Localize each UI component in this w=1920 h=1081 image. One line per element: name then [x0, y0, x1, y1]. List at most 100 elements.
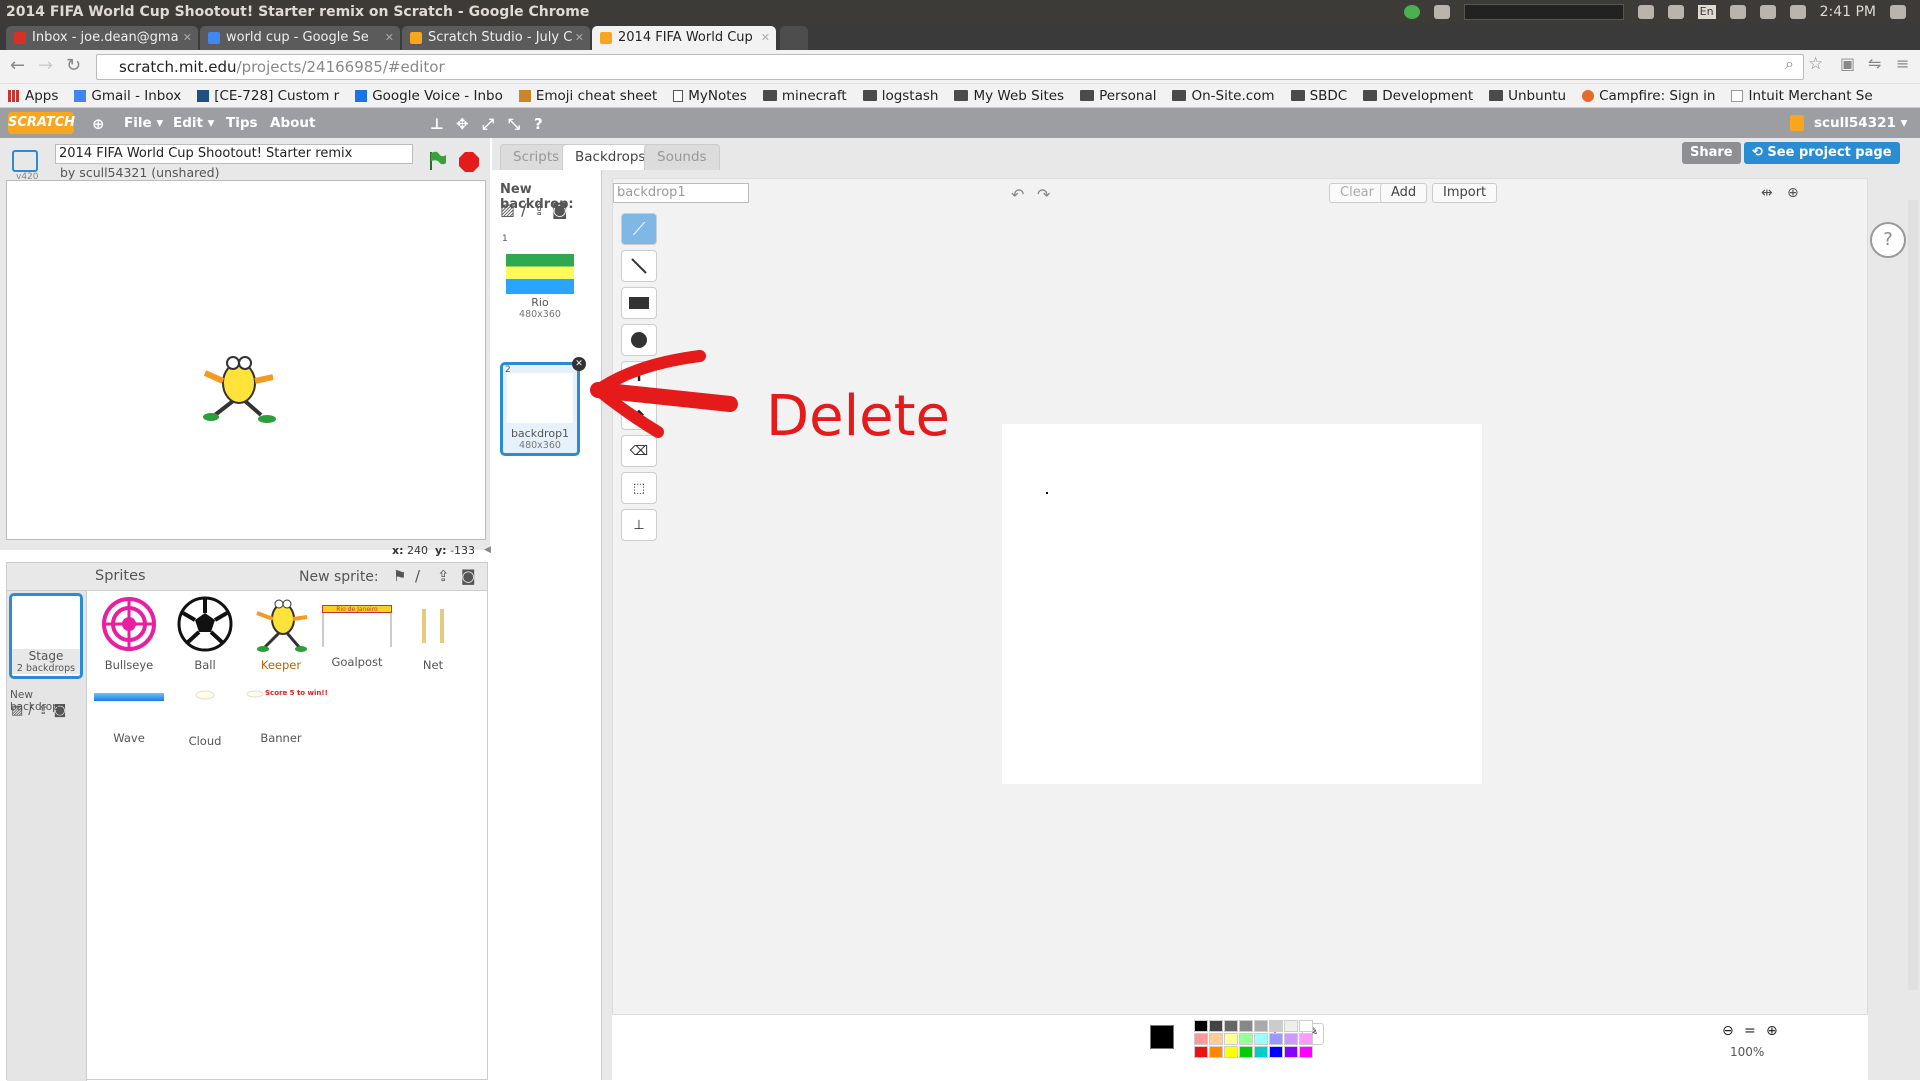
- bookmark-emoji[interactable]: Emoji cheat sheet: [518, 88, 657, 104]
- paint-canvas[interactable]: [1002, 424, 1482, 784]
- close-icon[interactable]: ✕: [385, 26, 394, 50]
- line-tool[interactable]: [621, 250, 657, 282]
- brush-tool[interactable]: ⟋: [621, 213, 657, 245]
- tab-gmail[interactable]: Inbox - joe.dean@gma ✕: [6, 26, 198, 50]
- stamp-tool[interactable]: ⊥: [621, 509, 657, 541]
- palette-swatch[interactable]: [1224, 1033, 1238, 1045]
- palette-swatch[interactable]: [1284, 1033, 1298, 1045]
- palette-swatch[interactable]: [1269, 1020, 1283, 1032]
- select-tool[interactable]: ⬚: [621, 472, 657, 504]
- sprite-goalpost[interactable]: Rio de Janeiro Goalpost: [321, 595, 393, 669]
- camera-icon[interactable]: ◙: [552, 200, 574, 219]
- scratch-logo[interactable]: SCRATCH: [8, 112, 75, 134]
- upload-backdrop-icon[interactable]: ⇪: [533, 200, 552, 219]
- flip-horizontal-icon[interactable]: ⇹: [1761, 185, 1773, 201]
- stop-icon[interactable]: [458, 151, 480, 173]
- clock[interactable]: 2:41 PM: [1820, 0, 1876, 24]
- tab-fifa-project[interactable]: 2014 FIFA World Cup ✕: [592, 26, 776, 50]
- mystuff-icon[interactable]: [1790, 115, 1804, 131]
- user-menu[interactable]: scull54321 ▾: [1814, 115, 1907, 131]
- palette-swatch[interactable]: [1284, 1020, 1298, 1032]
- bluetooth-icon[interactable]: [1729, 5, 1746, 19]
- back-icon[interactable]: ←: [10, 55, 25, 76]
- green-flag-icon[interactable]: [426, 150, 448, 172]
- paint-backdrop-icon[interactable]: /: [521, 200, 532, 219]
- rectangle-tool[interactable]: [621, 287, 657, 319]
- keeper-sprite[interactable]: [197, 351, 281, 425]
- palette-swatch[interactable]: [1209, 1033, 1223, 1045]
- stage-thumbnail[interactable]: Stage 2 backdrops: [9, 593, 83, 679]
- palette-swatch[interactable]: [1239, 1033, 1253, 1045]
- extension-icon[interactable]: ▣: [1840, 54, 1855, 73]
- backdrop-item-backdrop1[interactable]: 2 ✕ backdrop1 480x360: [500, 357, 586, 456]
- tab-google-search[interactable]: world cup - Google Se ✕: [200, 26, 400, 50]
- see-project-page-button[interactable]: ⟲ See project page: [1744, 142, 1900, 164]
- tab-scratch-studio[interactable]: Scratch Studio - July C ✕: [402, 26, 590, 50]
- menu-about[interactable]: About: [270, 115, 315, 131]
- palette-swatch[interactable]: [1224, 1046, 1238, 1058]
- bookmark-personal[interactable]: Personal: [1080, 88, 1156, 104]
- sprite-library-icon[interactable]: ⚑: [393, 567, 406, 585]
- palette-swatch[interactable]: [1284, 1046, 1298, 1058]
- palette-swatch[interactable]: [1239, 1020, 1253, 1032]
- backdrop-library-icon[interactable]: ▨: [500, 200, 521, 219]
- bookmark-intuit[interactable]: Intuit Merchant Se: [1731, 88, 1873, 104]
- stage-canvas[interactable]: [6, 180, 486, 540]
- forward-icon[interactable]: →: [38, 55, 53, 76]
- palette-swatch[interactable]: [1194, 1033, 1208, 1045]
- bookmark-development[interactable]: Development: [1363, 88, 1473, 104]
- duplicate-icon[interactable]: ⊥: [430, 115, 444, 133]
- primary-color-swatch[interactable]: [1150, 1025, 1174, 1049]
- bookmark-google-voice[interactable]: Google Voice - Inbo: [355, 88, 503, 104]
- sprite-wave[interactable]: Wave: [93, 671, 165, 745]
- url-field[interactable]: scratch.mit.edu/projects/24166985/#edito…: [96, 54, 1804, 80]
- backdrop-library-icon[interactable]: ▨: [11, 703, 28, 718]
- palette-swatch[interactable]: [1209, 1046, 1223, 1058]
- palette-swatch[interactable]: [1224, 1020, 1238, 1032]
- bookmark-my-web-sites[interactable]: My Web Sites: [954, 88, 1064, 104]
- upload-sprite-icon[interactable]: ⇪: [437, 567, 450, 585]
- bookmark-mynotes[interactable]: MyNotes: [673, 88, 747, 104]
- close-icon[interactable]: ✕: [183, 26, 192, 50]
- close-icon[interactable]: ✕: [575, 26, 584, 50]
- sprite-cloud[interactable]: Cloud: [169, 671, 241, 748]
- menu-icon[interactable]: ≡: [1896, 54, 1909, 73]
- bookmark-apps[interactable]: Apps: [8, 88, 58, 104]
- bookmark-campfire[interactable]: Campfire: Sign in: [1582, 88, 1715, 104]
- set-costume-center-icon[interactable]: ⊕: [1787, 185, 1799, 201]
- sprite-keeper[interactable]: Keeper: [245, 595, 317, 672]
- printer-icon[interactable]: [1637, 5, 1654, 19]
- sprite-net[interactable]: Net: [397, 595, 469, 672]
- palette-swatch[interactable]: [1254, 1046, 1268, 1058]
- shrink-icon[interactable]: ⤡: [508, 115, 520, 133]
- help-button[interactable]: ?: [1870, 222, 1906, 258]
- cast-icon[interactable]: ⇋: [1868, 54, 1881, 73]
- palette-swatch[interactable]: [1299, 1020, 1313, 1032]
- palette-swatch[interactable]: [1194, 1020, 1208, 1032]
- sprite-ball[interactable]: Ball: [169, 595, 241, 672]
- bookmark-ce728[interactable]: [CE-728] Custom r: [197, 88, 339, 104]
- help-icon[interactable]: ?: [534, 115, 543, 133]
- clear-button[interactable]: Clear: [1329, 183, 1385, 203]
- menu-tips[interactable]: Tips: [226, 115, 258, 131]
- chrome-icon[interactable]: [1403, 5, 1420, 19]
- project-title-input[interactable]: 2014 FIFA World Cup Shootout! Starter re…: [55, 144, 413, 164]
- volume-icon[interactable]: [1789, 5, 1806, 19]
- gear-icon[interactable]: [1890, 5, 1906, 19]
- zoom-icon[interactable]: ⌕: [1785, 54, 1794, 74]
- camera-sprite-icon[interactable]: ◙: [461, 567, 476, 585]
- sprite-bullseye[interactable]: Bullseye: [93, 595, 165, 672]
- notification-icon[interactable]: [1433, 5, 1450, 19]
- wifi-icon[interactable]: [1667, 5, 1684, 19]
- zoom-out-icon[interactable]: ⊖: [1722, 1023, 1734, 1039]
- sprite-banner[interactable]: Score 5 to win!! Banner: [245, 671, 328, 745]
- camera-backdrop-icon[interactable]: ◙: [54, 703, 72, 718]
- grow-icon[interactable]: ⤢: [482, 115, 494, 133]
- bookmark-sbdc[interactable]: SBDC: [1290, 88, 1347, 104]
- menu-edit[interactable]: Edit ▾: [173, 115, 214, 131]
- palette-swatch[interactable]: [1254, 1033, 1268, 1045]
- reload-icon[interactable]: ↻: [66, 55, 81, 76]
- page-scrollbar[interactable]: [1908, 200, 1918, 990]
- bookmark-onsite[interactable]: On-Site.com: [1172, 88, 1275, 104]
- add-button[interactable]: Add: [1380, 183, 1428, 203]
